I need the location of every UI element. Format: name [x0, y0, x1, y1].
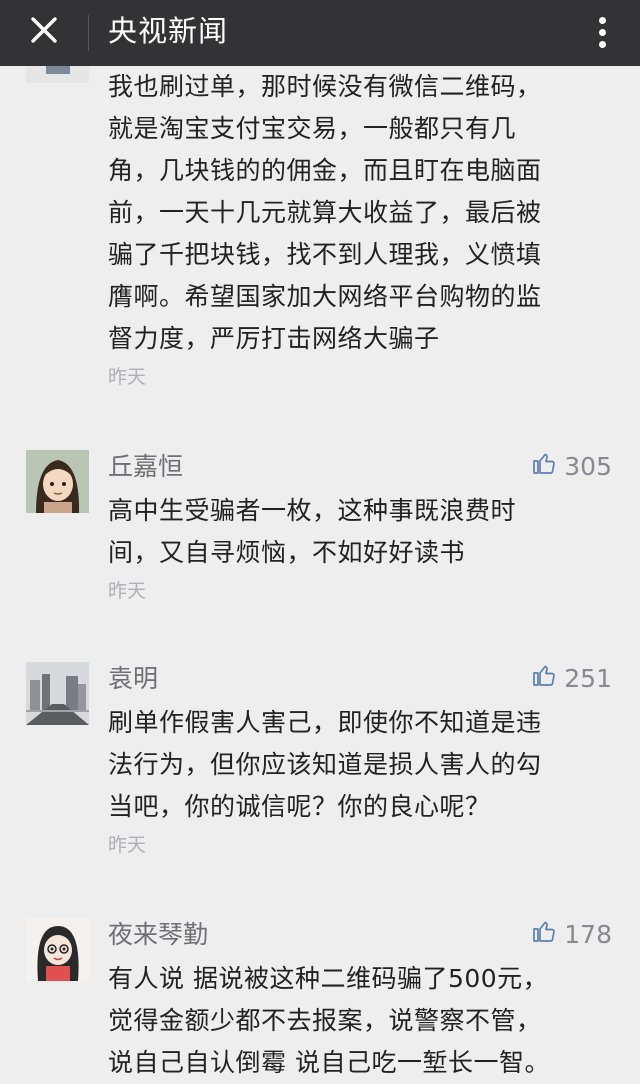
close-icon — [27, 13, 61, 51]
avatar[interactable] — [26, 918, 89, 981]
comment-text: 我也刷过单，那时候没有微信二维码， 就是淘宝支付宝交易，一般都只有几 角，几块钱… — [108, 72, 542, 353]
avatar[interactable] — [26, 662, 89, 725]
page-title: 央视新闻 — [108, 14, 229, 48]
more-options-button[interactable] — [582, 8, 622, 56]
thumbs-up-icon — [532, 450, 556, 484]
like-count: 251 — [564, 664, 612, 693]
comment-text: 刷单作假害人害己，即使你不知道是违 法行为，但你应该知道是损人害人的勾 当吧，你… — [108, 708, 542, 821]
nav-divider — [88, 15, 89, 51]
more-vertical-icon — [598, 16, 606, 24]
comment-time: 昨天 — [108, 366, 147, 388]
top-nav-bar: 央视新闻 — [0, 0, 640, 66]
like-button[interactable]: 178 — [532, 918, 612, 952]
comment-username[interactable]: 夜来琴勤 — [108, 918, 208, 952]
thumbs-up-icon — [532, 918, 556, 952]
avatar[interactable] — [26, 450, 89, 513]
comment-text: 有人说 据说被这种二维码骗了500元， 觉得金额少都不去报案，说警察不管， 说自… — [108, 964, 550, 1077]
thumbs-up-icon — [532, 662, 556, 696]
comment-time: 昨天 — [108, 580, 147, 602]
comment-username[interactable]: 丘嘉恒 — [108, 450, 183, 484]
close-button[interactable] — [22, 10, 66, 54]
like-button[interactable]: 251 — [532, 662, 612, 696]
comment-username[interactable]: 袁明 — [108, 662, 158, 696]
like-count: 305 — [564, 452, 612, 481]
like-button[interactable]: 305 — [532, 450, 612, 484]
like-count: 178 — [564, 920, 612, 949]
comment-time: 昨天 — [108, 834, 147, 856]
comment-text: 高中生受骗者一枚，这种事既浪费时 间，又自寻烦恼，不如好好读书 — [108, 496, 517, 567]
